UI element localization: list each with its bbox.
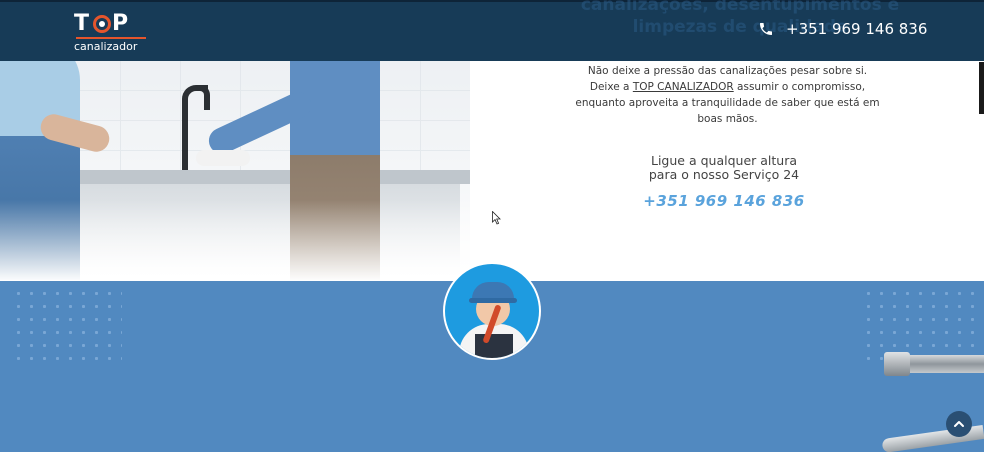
intro-text: Não deixe a pressão das canalizações pes… bbox=[575, 65, 880, 125]
dot-pattern-left bbox=[12, 287, 122, 367]
phone-icon bbox=[760, 23, 772, 35]
cursor-icon bbox=[492, 211, 501, 225]
brand-link[interactable]: TOP CANALIZADOR bbox=[633, 81, 734, 93]
logo-o-icon bbox=[93, 15, 112, 33]
side-widget-tab[interactable] bbox=[979, 62, 984, 114]
page: canalizações, desentupimentos e limpezas… bbox=[0, 0, 984, 452]
call-heading: Ligue a qualquer altura para o nosso Ser… bbox=[648, 153, 800, 182]
chevron-up-icon bbox=[954, 421, 964, 427]
scroll-to-top-button[interactable] bbox=[946, 411, 972, 437]
header-phone-link[interactable]: +351 969 146 836 bbox=[758, 18, 927, 40]
logo-subtitle: canalizador bbox=[74, 40, 138, 53]
logo-letter-p: P bbox=[112, 11, 132, 36]
site-header: canalizações, desentupimentos e limpezas… bbox=[0, 0, 984, 61]
header-phone-number: +351 969 146 836 bbox=[786, 20, 928, 38]
site-logo[interactable]: T P canalizador bbox=[74, 11, 154, 53]
plumber-mascot-icon bbox=[443, 262, 541, 360]
call-phone-link[interactable]: +351 969 146 836 bbox=[600, 192, 848, 210]
logo-letter-t: T bbox=[74, 11, 93, 36]
